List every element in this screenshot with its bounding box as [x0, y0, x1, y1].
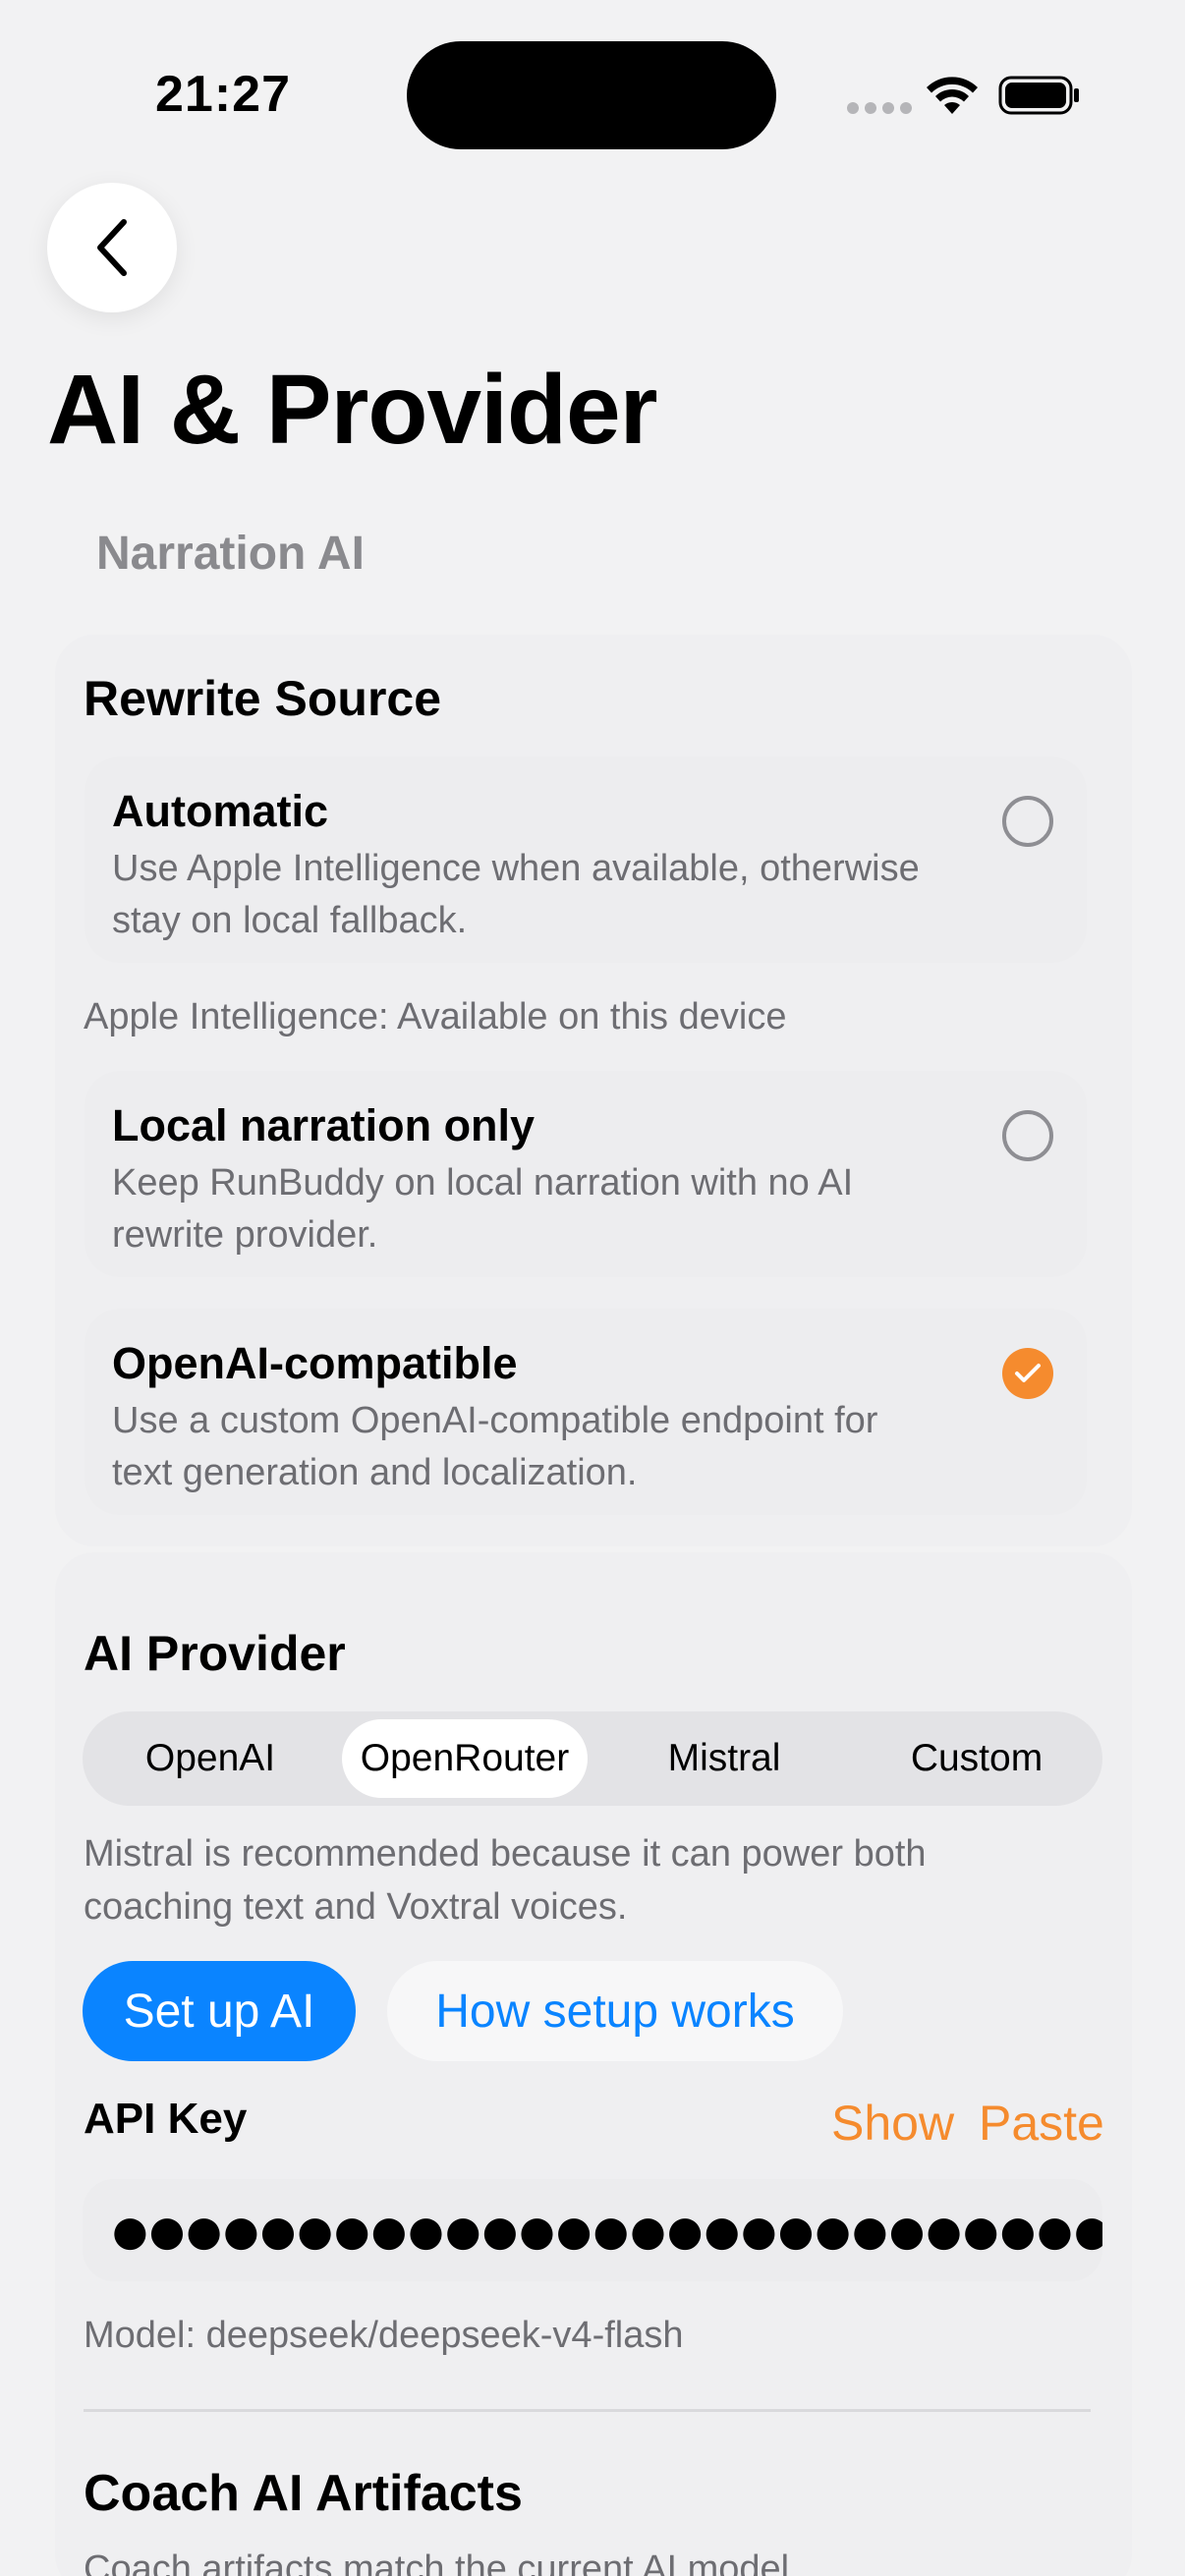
back-button[interactable]: [47, 183, 177, 312]
dynamic-island: [407, 41, 776, 149]
show-key-button[interactable]: Show: [831, 2095, 954, 2152]
rewrite-source-title: Rewrite Source: [84, 671, 442, 726]
option-local-narration[interactable]: Local narration only Keep RunBuddy on lo…: [85, 1071, 1087, 1277]
battery-icon: [998, 76, 1079, 115]
section-header: Narration AI: [96, 528, 365, 580]
page-title: AI & Provider: [47, 355, 657, 465]
divider: [84, 2409, 1091, 2412]
coach-artifacts-subtitle: Coach artifacts match the current AI mod…: [84, 2548, 800, 2576]
radio-unselected-icon: [1002, 1110, 1053, 1161]
coach-artifacts-title: Coach AI Artifacts: [84, 2465, 523, 2522]
option-title: Local narration only: [112, 1100, 536, 1150]
option-title: Automatic: [112, 786, 329, 836]
api-key-field[interactable]: ●●●●●●●●●●●●●●●●●●●●●●●●●●●●●●...: [83, 2179, 1102, 2281]
radio-unselected-icon: [1002, 796, 1053, 847]
provider-segmented-control: OpenAI OpenRouter Mistral Custom: [83, 1711, 1102, 1806]
segment-openai[interactable]: OpenAI: [92, 1719, 328, 1798]
option-description: Use a custom OpenAI-compatible endpoint …: [112, 1400, 878, 1493]
api-key-label: API Key: [84, 2095, 248, 2143]
option-automatic[interactable]: Automatic Use Apple Intelligence when av…: [85, 756, 1087, 963]
set-up-ai-button[interactable]: Set up AI: [83, 1961, 356, 2061]
model-label: Model: deepseek/deepseek-v4-flash: [84, 2315, 684, 2356]
provider-recommendation: Mistral is recommended because it can po…: [84, 1833, 927, 1928]
chevron-left-icon: [97, 219, 127, 276]
segment-custom[interactable]: Custom: [859, 1719, 1095, 1798]
screen: 21:27 AI & Provider Narration AI Rewrite…: [0, 0, 1185, 2576]
option-openai-compatible[interactable]: OpenAI-compatible Use a custom OpenAI-co…: [85, 1309, 1087, 1515]
option-description: Use Apple Intelligence when available, o…: [112, 848, 920, 941]
apple-intelligence-note: Apple Intelligence: Available on this de…: [84, 996, 787, 1037]
option-title: OpenAI-compatible: [112, 1338, 518, 1388]
radio-selected-icon: [1002, 1348, 1053, 1399]
paste-key-button[interactable]: Paste: [979, 2095, 1104, 2152]
ai-provider-title: AI Provider: [84, 1626, 346, 1681]
status-time: 21:27: [155, 66, 291, 123]
wifi-icon: [927, 77, 978, 114]
option-description: Keep RunBuddy on local narration with no…: [112, 1162, 854, 1256]
checkmark-icon: [1015, 1364, 1041, 1382]
ai-provider-card: [55, 1552, 1132, 2576]
how-setup-works-button[interactable]: How setup works: [387, 1961, 843, 2061]
cellular-signal-icon: [847, 102, 912, 114]
segment-openrouter[interactable]: OpenRouter: [342, 1719, 588, 1798]
segment-mistral[interactable]: Mistral: [601, 1719, 847, 1798]
